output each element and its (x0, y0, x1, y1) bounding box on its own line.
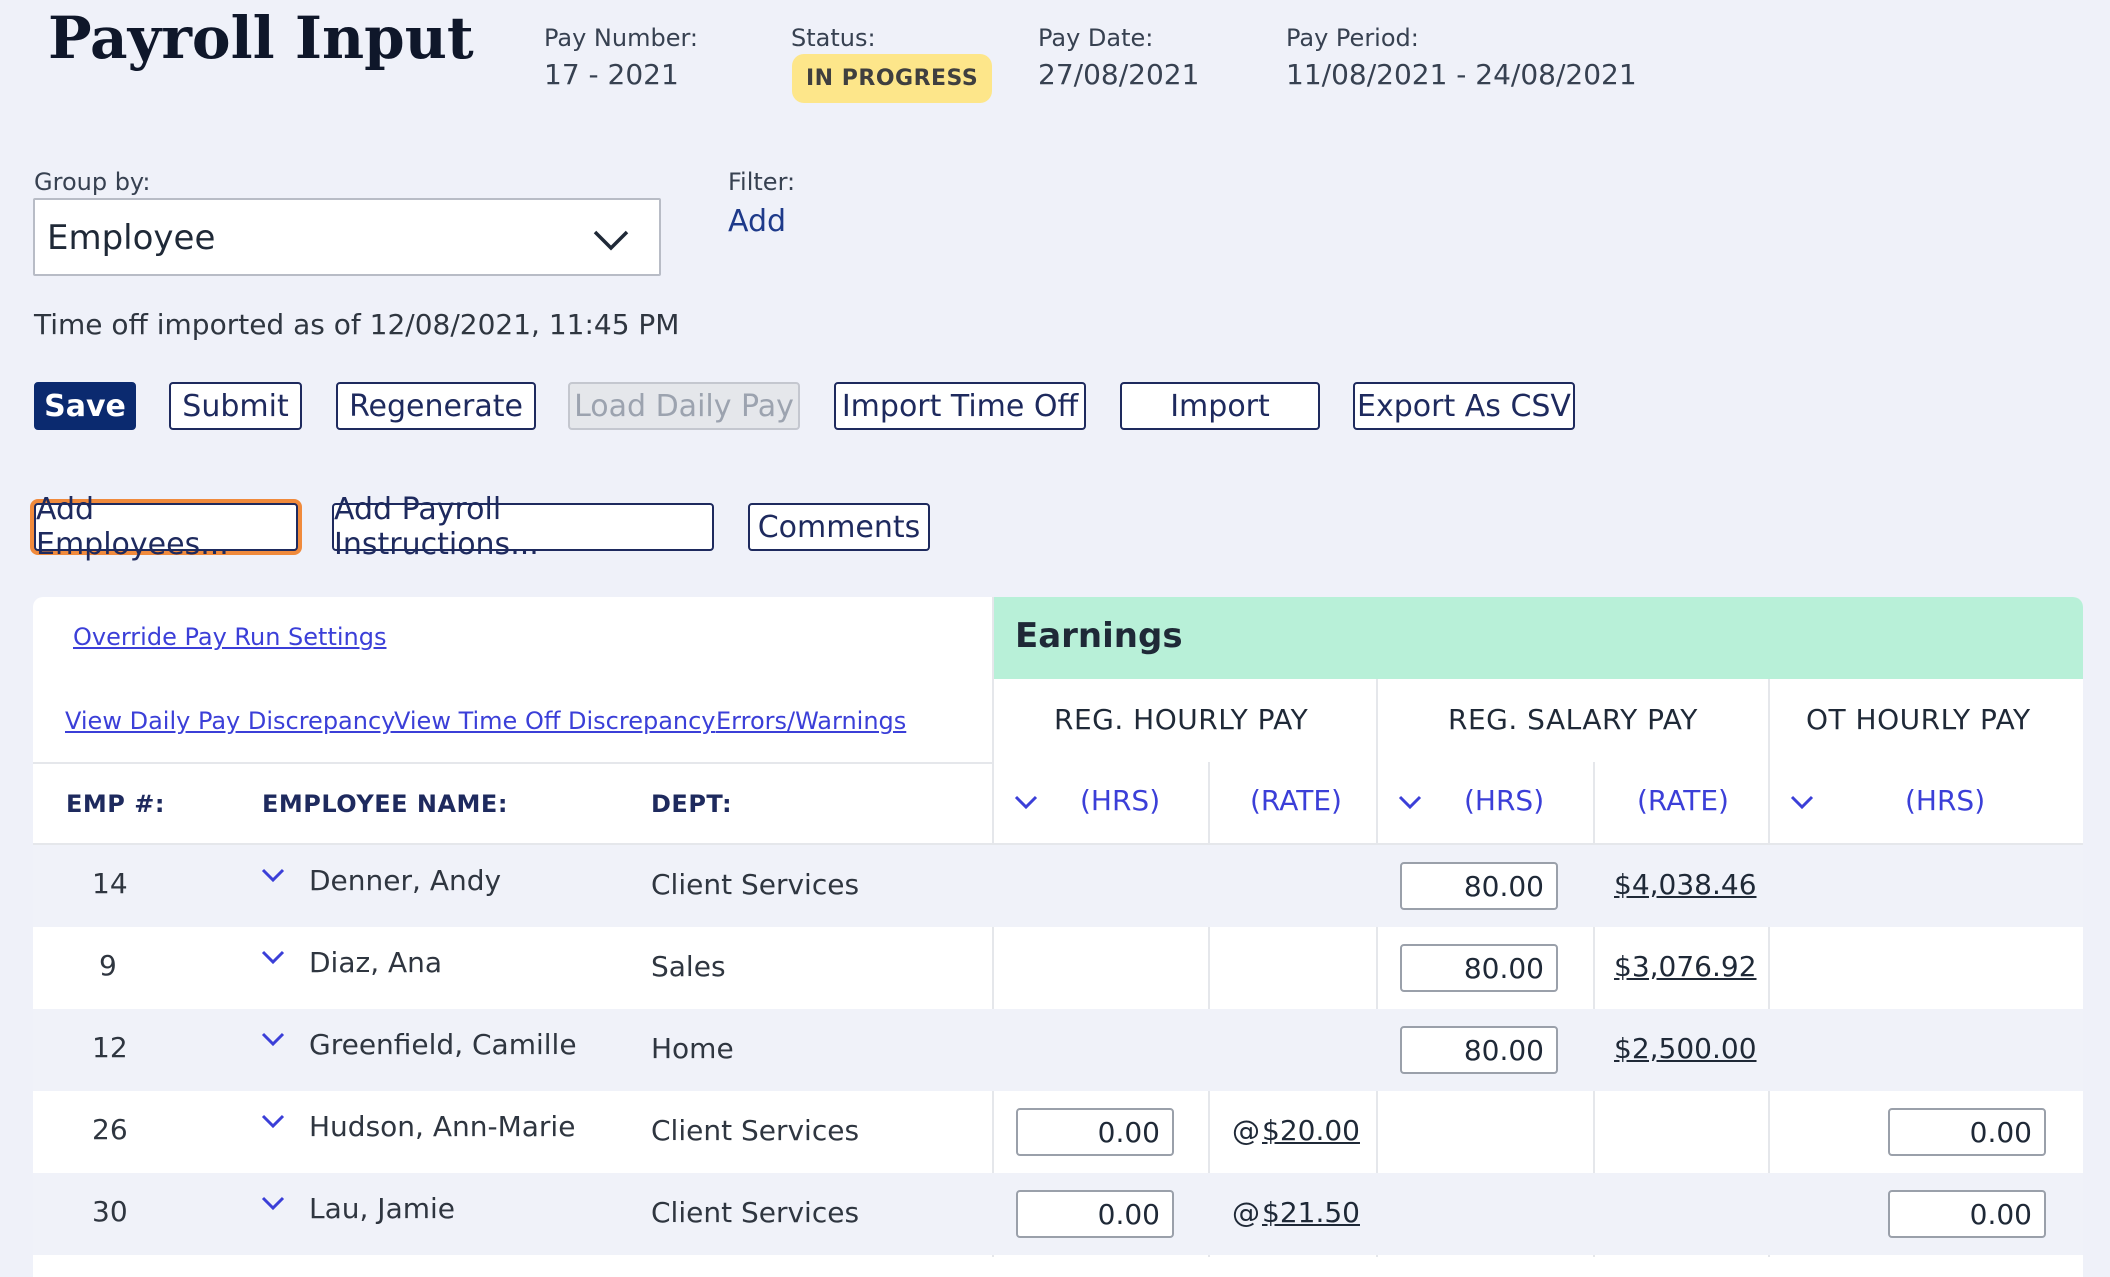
reg-hourly-hrs-input[interactable]: 0.00 (1016, 1190, 1174, 1238)
employee-dept: Home (651, 1032, 734, 1065)
chevron-down-icon[interactable] (260, 1112, 286, 1130)
reg-salary-hrs-input[interactable]: 80.00 (1400, 944, 1558, 992)
chevron-down-icon (593, 230, 629, 251)
emp-number: 14 (92, 867, 128, 900)
ot-hourly-hrs-input[interactable]: 0.00 (1888, 1108, 2046, 1156)
ot-hourly-hrs-header: (HRS) (1905, 784, 1986, 817)
col-employee-name: EMPLOYEE NAME: (262, 790, 508, 818)
time-off-discrepancy-link[interactable]: View Time Off Discrepancy (394, 707, 716, 735)
chevron-down-icon[interactable] (1397, 793, 1423, 811)
add-employees-button[interactable]: Add Employees... (34, 492, 298, 562)
import-button[interactable]: Import (1120, 382, 1320, 430)
chevron-down-icon[interactable] (260, 866, 286, 884)
emp-number: 26 (92, 1113, 128, 1146)
pay-date-value: 27/08/2021 (1038, 58, 1200, 91)
earnings-title: Earnings (1015, 616, 1183, 656)
at-symbol: @ (1232, 1196, 1260, 1229)
pay-number-label: Pay Number: (544, 24, 699, 52)
ot-hourly-hrs-input[interactable]: 0.00 (1888, 1190, 2046, 1238)
pay-period-label: Pay Period: (1286, 24, 1419, 52)
emp-number: 30 (92, 1195, 128, 1228)
reg-hourly-hrs-input[interactable]: 0.00 (1016, 1108, 1174, 1156)
reg-hourly-pay-header: REG. HOURLY PAY (1054, 703, 1309, 736)
group-by-value: Employee (47, 218, 216, 258)
load-daily-pay-button[interactable]: Load Daily Pay (568, 382, 800, 430)
divider (33, 762, 993, 764)
reg-hourly-rate-link[interactable]: $21.50 (1262, 1196, 1360, 1229)
emp-number: 12 (92, 1031, 128, 1064)
filter-add-link[interactable]: Add (728, 204, 786, 239)
page-title: Payroll Input (48, 4, 474, 72)
group-by-label: Group by: (34, 168, 151, 196)
errors-warnings-link[interactable]: Errors/Warnings (716, 707, 906, 735)
reg-salary-rate-link[interactable]: $3,076.92 (1614, 950, 1757, 983)
chevron-down-icon[interactable] (260, 1030, 286, 1048)
submit-button[interactable]: Submit (169, 382, 302, 430)
pay-period-value: 11/08/2021 - 24/08/2021 (1286, 58, 1637, 91)
add-payroll-instructions-button[interactable]: Add Payroll Instructions... (332, 492, 714, 562)
reg-salary-rate-header: (RATE) (1637, 784, 1729, 817)
time-off-note: Time off imported as of 12/08/2021, 11:4… (34, 308, 680, 341)
export-csv-button[interactable]: Export As CSV (1353, 382, 1575, 430)
status-label: Status: (791, 24, 876, 52)
chevron-down-icon[interactable] (1789, 793, 1815, 811)
employee-dept: Client Services (651, 1114, 860, 1147)
override-pay-run-link[interactable]: Override Pay Run Settings (73, 623, 387, 651)
reg-hourly-rate-link[interactable]: $20.00 (1262, 1114, 1360, 1147)
employee-dept: Client Services (651, 1196, 860, 1229)
employee-name: Diaz, Ana (309, 946, 443, 979)
chevron-down-icon[interactable] (260, 948, 286, 966)
employee-name: Lau, Jamie (309, 1192, 456, 1225)
group-by-select[interactable]: Employee (33, 198, 661, 276)
filter-label: Filter: (728, 168, 796, 196)
col-dept: DEPT: (651, 790, 733, 818)
employee-name: Denner, Andy (309, 864, 502, 897)
ot-hourly-pay-header: OT HOURLY PAY (1806, 703, 2031, 736)
at-symbol: @ (1232, 1114, 1260, 1147)
chevron-down-icon[interactable] (1013, 793, 1039, 811)
comments-button[interactable]: Comments (748, 503, 930, 551)
employee-name: Greenfield, Camille (309, 1028, 577, 1061)
reg-salary-rate-link[interactable]: $4,038.46 (1614, 868, 1757, 901)
col-emp: EMP #: (66, 790, 165, 818)
pay-number-value: 17 - 2021 (544, 58, 679, 91)
employee-dept: Client Services (651, 868, 860, 901)
daily-pay-discrepancy-link[interactable]: View Daily Pay Discrepancy (65, 707, 395, 735)
pay-date-label: Pay Date: (1038, 24, 1154, 52)
reg-salary-hrs-input[interactable]: 80.00 (1400, 1026, 1558, 1074)
chevron-down-icon[interactable] (260, 1194, 286, 1212)
reg-salary-hrs-header: (HRS) (1464, 784, 1545, 817)
reg-salary-pay-header: REG. SALARY PAY (1448, 703, 1698, 736)
reg-hourly-hrs-header: (HRS) (1080, 784, 1161, 817)
status-badge: IN PROGRESS (792, 54, 993, 103)
save-button[interactable]: Save (34, 382, 136, 430)
reg-hourly-rate-header: (RATE) (1250, 784, 1342, 817)
reg-salary-hrs-input[interactable]: 80.00 (1400, 862, 1558, 910)
employee-dept: Sales (651, 950, 726, 983)
emp-number: 9 (99, 949, 117, 982)
employee-name: Hudson, Ann-Marie (309, 1110, 576, 1143)
import-time-off-button[interactable]: Import Time Off (834, 382, 1086, 430)
reg-salary-rate-link[interactable]: $2,500.00 (1614, 1032, 1757, 1065)
regenerate-button[interactable]: Regenerate (336, 382, 536, 430)
